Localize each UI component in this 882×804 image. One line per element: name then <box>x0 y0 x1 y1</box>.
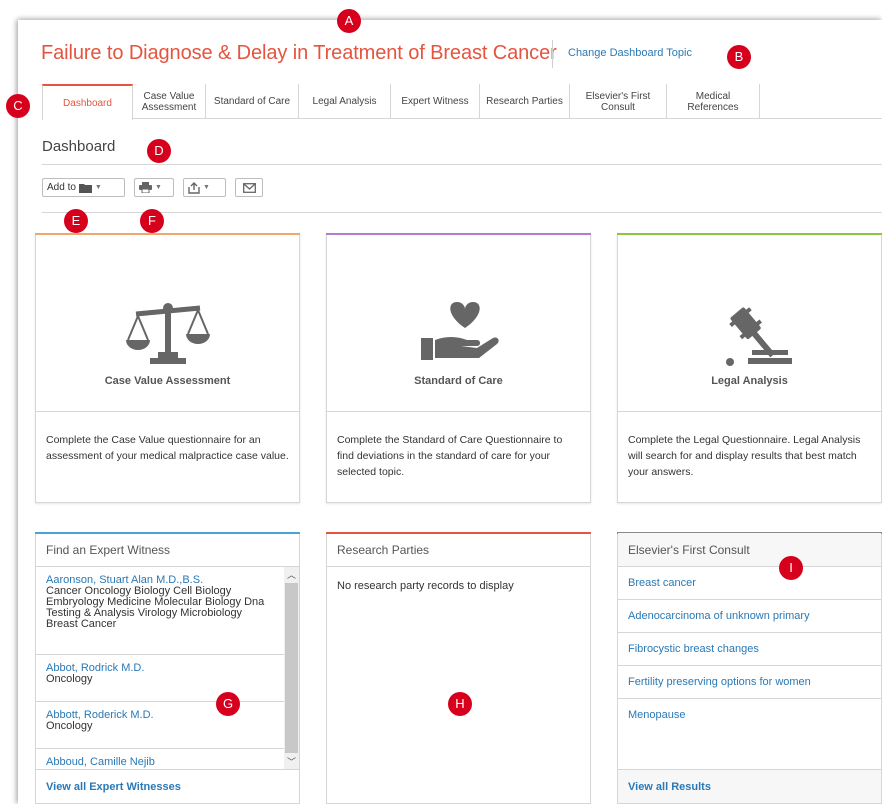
chevron-up-icon[interactable]: ︿ <box>284 567 299 583</box>
expert-list: Aaronson, Stuart Alan M.D.,B.S. Cancer O… <box>36 567 299 770</box>
card-description: Complete the Legal Questionnaire. Legal … <box>628 434 861 478</box>
callout-badge-c: C <box>6 94 30 118</box>
chevron-down-icon: ▼ <box>94 184 102 191</box>
chevron-down-icon[interactable]: ﹀ <box>284 754 299 770</box>
card-title: Case Value Assessment <box>104 375 231 387</box>
divider <box>42 212 882 213</box>
heart-hand-icon <box>420 302 499 360</box>
tab-dashboard[interactable]: Dashboard <box>42 84 133 120</box>
card-icon-area: Case Value Assessment <box>36 234 299 412</box>
print-button[interactable]: ▼ <box>134 178 174 197</box>
email-icon <box>242 182 256 193</box>
add-to-button[interactable]: Add to ▼ <box>42 178 125 197</box>
panel-title: Find an Expert Witness <box>36 533 299 567</box>
view-all-experts-link[interactable]: View all Expert Witnesses <box>36 769 299 803</box>
change-topic-link[interactable]: Change Dashboard Topic <box>568 47 692 59</box>
expert-name-link[interactable]: Abboud, Camille Nejib <box>46 756 274 768</box>
list-item[interactable]: Abbott, Roderick M.D. Oncology <box>36 702 284 749</box>
gavel-icon <box>725 307 792 366</box>
research-parties-panel: Research Parties No research party recor… <box>326 532 591 804</box>
callout-badge-h: H <box>448 692 472 716</box>
expert-specialty: Cancer Oncology Biology Cell Biology Emb… <box>46 585 265 630</box>
print-icon <box>139 182 152 193</box>
expert-specialty: Oncology <box>46 720 93 732</box>
scales-icon <box>125 303 210 364</box>
dashboard-window: Failure to Diagnose & Delay in Treatment… <box>18 20 882 804</box>
consult-link-breast-cancer[interactable]: Breast cancer <box>618 567 881 600</box>
tab-research-parties[interactable]: Research Parties <box>480 84 570 119</box>
title-divider <box>552 40 553 68</box>
card-title: Standard of Care <box>414 375 503 387</box>
card-icon-area: Standard of Care <box>327 234 590 412</box>
export-icon <box>188 181 200 194</box>
tab-case-value-assessment[interactable]: Case Value Assessment <box>133 84 206 119</box>
callout-badge-f: F <box>140 209 164 233</box>
card-legal-analysis[interactable]: Legal Analysis Complete the Legal Questi… <box>617 233 882 503</box>
chevron-down-icon: ▼ <box>155 184 162 191</box>
consult-link-menopause[interactable]: Menopause <box>618 699 881 732</box>
panel-title: Elsevier's First Consult <box>618 533 881 567</box>
card-description: Complete the Standard of Care Questionna… <box>337 434 563 478</box>
list-item[interactable]: Abboud, Camille Nejib <box>36 749 284 770</box>
tab-standard-of-care[interactable]: Standard of Care <box>206 84 299 119</box>
page-title: Failure to Diagnose & Delay in Treatment… <box>41 42 557 64</box>
callout-badge-a: A <box>337 9 361 33</box>
add-to-label: Add to <box>47 182 76 193</box>
card-case-value-assessment[interactable]: Case Value Assessment Complete the Case … <box>35 233 300 503</box>
callout-badge-e: E <box>64 209 88 233</box>
card-title: Legal Analysis <box>711 375 788 387</box>
first-consult-panel: Elsevier's First Consult Breast cancer A… <box>617 532 882 804</box>
tab-first-consult[interactable]: Elsevier's First Consult <box>570 84 667 119</box>
section-title: Dashboard <box>42 138 116 155</box>
consult-link-fertility[interactable]: Fertility preserving options for women <box>618 666 881 699</box>
card-icon-area: Legal Analysis <box>618 234 881 412</box>
card-description: Complete the Case Value questionnaire fo… <box>46 434 289 462</box>
consult-link-adenocarcinoma[interactable]: Adenocarcinoma of unknown primary <box>618 600 881 633</box>
scrollbar-thumb[interactable] <box>285 583 298 753</box>
callout-badge-d: D <box>147 139 171 163</box>
header: Failure to Diagnose & Delay in Treatment… <box>18 34 882 74</box>
list-item[interactable]: Aaronson, Stuart Alan M.D.,B.S. Cancer O… <box>36 567 284 655</box>
email-button[interactable] <box>235 178 263 197</box>
expert-specialty: Oncology <box>46 673 93 685</box>
divider <box>42 164 882 165</box>
tab-bar: Dashboard Case Value Assessment Standard… <box>42 84 882 120</box>
tab-expert-witness[interactable]: Expert Witness <box>391 84 480 119</box>
empty-message: No research party records to display <box>337 580 514 592</box>
view-all-results-link[interactable]: View all Results <box>618 769 881 803</box>
export-button[interactable]: ▼ <box>183 178 226 197</box>
expert-witness-panel: Find an Expert Witness Aaronson, Stuart … <box>35 532 300 804</box>
scrollbar[interactable]: ︿ ﹀ <box>284 567 299 770</box>
callout-badge-g: G <box>216 692 240 716</box>
callout-badge-b: B <box>727 45 751 69</box>
consult-link-fibrocystic[interactable]: Fibrocystic breast changes <box>618 633 881 666</box>
panel-title: Research Parties <box>327 533 590 567</box>
tab-medical-references[interactable]: Medical References <box>667 84 760 119</box>
callout-badge-i: I <box>779 556 803 580</box>
card-standard-of-care[interactable]: Standard of Care Complete the Standard o… <box>326 233 591 503</box>
tab-legal-analysis[interactable]: Legal Analysis <box>299 84 391 119</box>
list-item[interactable]: Abbot, Rodrick M.D. Oncology <box>36 655 284 702</box>
chevron-down-icon: ▼ <box>203 184 210 191</box>
folder-icon <box>78 183 92 193</box>
